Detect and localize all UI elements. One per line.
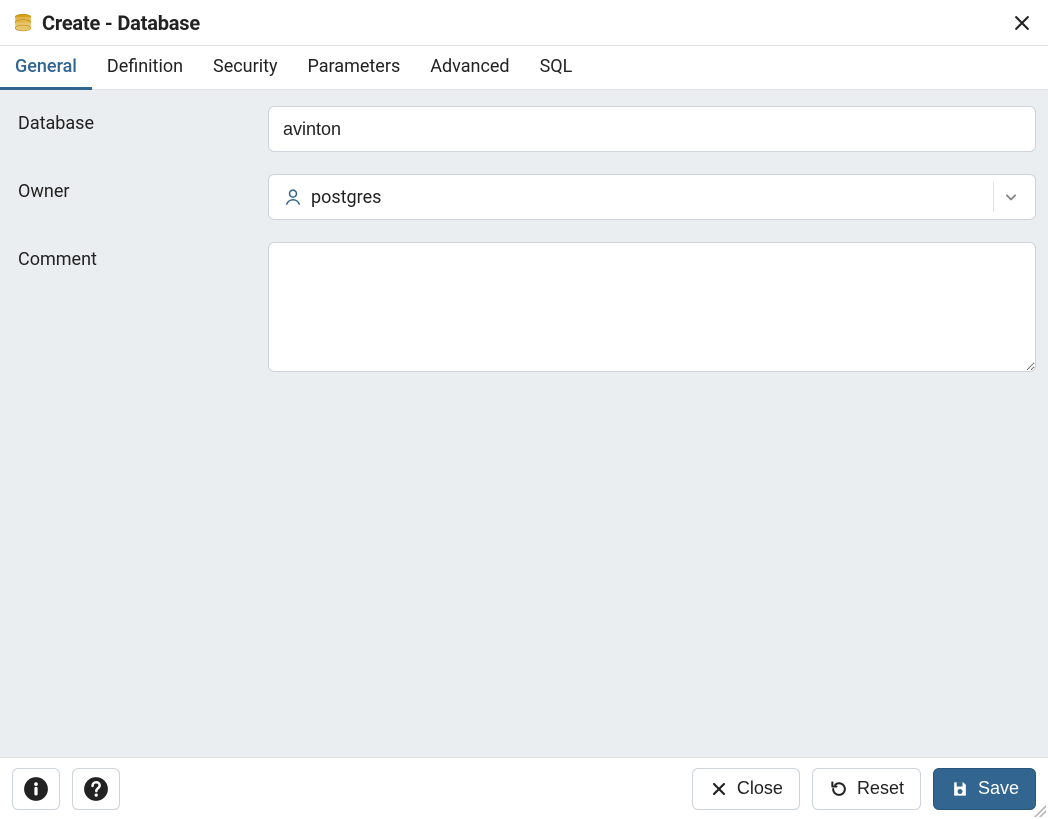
reset-icon	[829, 779, 849, 799]
save-button-label: Save	[978, 778, 1019, 799]
label-owner: Owner	[18, 174, 268, 202]
owner-select[interactable]: postgres	[268, 174, 1036, 220]
chevron-down-icon	[1001, 187, 1021, 207]
row-owner: Owner postgres	[18, 174, 1036, 220]
row-comment: Comment	[18, 242, 1036, 376]
reset-button[interactable]: Reset	[812, 768, 921, 810]
label-database: Database	[18, 106, 268, 134]
close-icon	[1012, 13, 1032, 33]
dialog-body: Database Owner postgres	[0, 90, 1048, 757]
dialog-close-button[interactable]	[1010, 11, 1034, 35]
tab-definition[interactable]: Definition	[92, 46, 198, 90]
owner-select-value: postgres	[283, 187, 381, 208]
tab-general[interactable]: General	[0, 46, 92, 90]
create-database-dialog: Create - Database General Definition Sec…	[0, 0, 1048, 819]
save-button[interactable]: Save	[933, 768, 1036, 810]
dialog-footer: Close Reset Save	[0, 757, 1048, 819]
dialog-title: Create - Database	[42, 11, 1010, 35]
row-database: Database	[18, 106, 1036, 152]
owner-value-text: postgres	[311, 187, 381, 208]
close-icon	[709, 779, 729, 799]
info-button[interactable]	[12, 768, 60, 810]
dialog-header: Create - Database	[0, 0, 1048, 46]
help-icon	[83, 776, 109, 802]
close-button-label: Close	[737, 778, 783, 799]
tab-security[interactable]: Security	[198, 46, 292, 90]
database-input[interactable]	[268, 106, 1036, 152]
dialog-tabs: General Definition Security Parameters A…	[0, 46, 1048, 90]
save-icon	[950, 779, 970, 799]
info-icon	[23, 776, 49, 802]
owner-select-toggle[interactable]	[993, 182, 1027, 212]
reset-button-label: Reset	[857, 778, 904, 799]
tab-advanced[interactable]: Advanced	[415, 46, 524, 90]
label-comment: Comment	[18, 242, 268, 270]
database-icon	[12, 12, 34, 34]
comment-textarea[interactable]	[268, 242, 1036, 372]
close-button[interactable]: Close	[692, 768, 800, 810]
user-icon	[283, 187, 303, 207]
tab-parameters[interactable]: Parameters	[293, 46, 416, 90]
help-button[interactable]	[72, 768, 120, 810]
tab-sql[interactable]: SQL	[525, 46, 588, 90]
